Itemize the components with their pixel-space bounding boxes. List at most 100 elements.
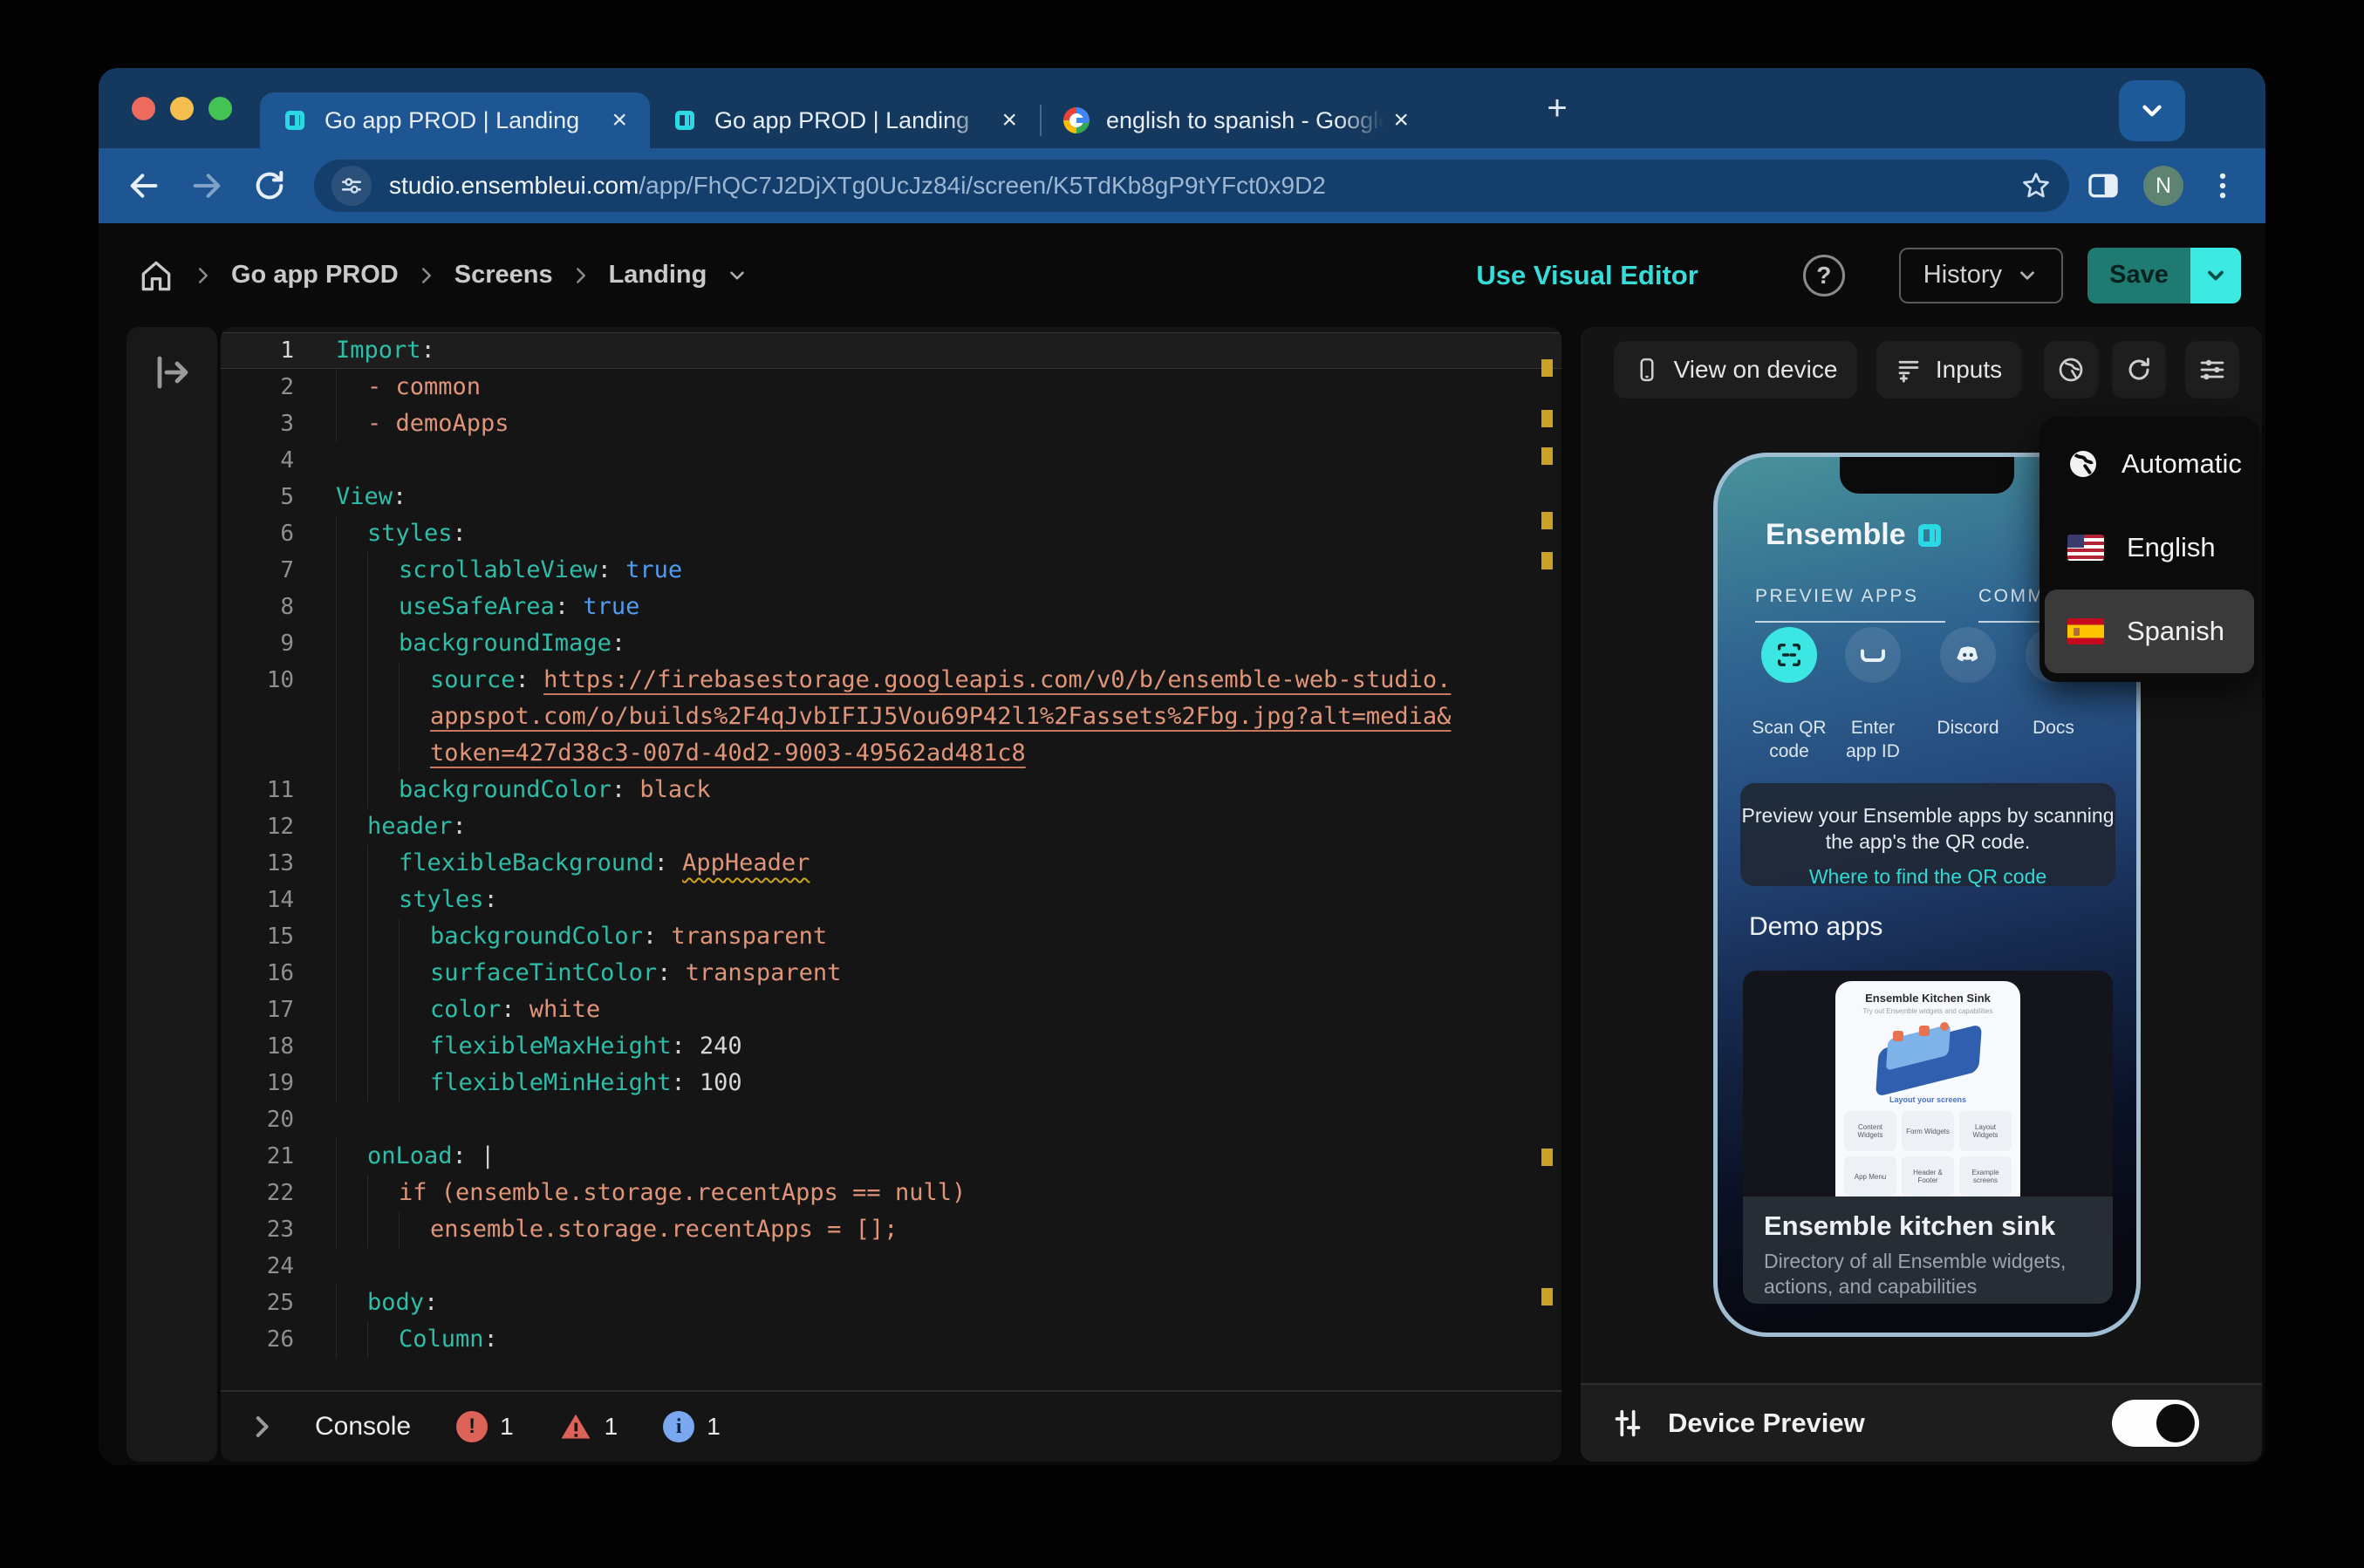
demo-app-card[interactable]: Ensemble Kitchen Sink Try out Ensemble w… [1743, 971, 2113, 1304]
code-editor[interactable]: 1 Import: 2 - common 3 - demoApps 4 5 View: 6 styl… [221, 327, 1561, 1390]
expand-panel-icon[interactable] [151, 351, 193, 393]
close-window-button[interactable] [132, 97, 155, 120]
code-line[interactable]: 24 [221, 1248, 1561, 1285]
qr-info-link[interactable]: Where to find the QR code [1740, 865, 2115, 889]
profile-avatar[interactable]: N [2143, 166, 2183, 206]
code-line[interactable]: 12 header: [221, 808, 1561, 845]
code-line[interactable]: 1 Import: [221, 332, 1561, 369]
line-content: flexibleMaxHeight: 240 [336, 1028, 1561, 1065]
indent-guide [367, 845, 399, 882]
language-option-spanish[interactable]: Spanish [2045, 590, 2254, 673]
breadcrumb-item[interactable]: Landing [609, 261, 707, 290]
refresh-preview-button[interactable] [2112, 341, 2166, 399]
browser-tab[interactable]: Go app PROD | Landing × [260, 92, 650, 148]
breadcrumb-item[interactable]: Screens [454, 261, 553, 290]
flag-us-icon [2067, 535, 2104, 561]
tab-close-icon[interactable]: × [1390, 107, 1412, 133]
help-button[interactable]: ? [1802, 254, 1845, 297]
indent-guide [399, 662, 430, 699]
action-label: Docs [2033, 718, 2074, 738]
indent-guide [367, 735, 399, 772]
code-token: : [483, 886, 498, 913]
reload-button[interactable] [245, 161, 294, 210]
code-line[interactable]: 10 source: https://firebasestorage.google… [221, 662, 1561, 699]
language-option-english[interactable]: English [2045, 506, 2254, 590]
inputs-button[interactable]: Inputs [1876, 341, 2021, 399]
new-tab-button[interactable]: + [1536, 87, 1578, 129]
save-options-button[interactable] [2190, 247, 2241, 303]
code-token: https://firebasestorage.googleapis.com/v… [543, 666, 1452, 693]
code-line[interactable]: 19 flexibleMinHeight: 100 [221, 1065, 1561, 1101]
chevron-right-icon[interactable] [247, 1412, 277, 1442]
code-line[interactable]: 9 backgroundImage: [221, 625, 1561, 662]
browser-tab[interactable]: english to spanish - Google S × [1042, 92, 1431, 148]
sliders-icon [2198, 356, 2226, 384]
code-line[interactable]: 14 styles: [221, 882, 1561, 918]
home-icon[interactable] [137, 256, 175, 295]
line-number: 22 [266, 1180, 294, 1206]
code-line[interactable]: 8 useSafeArea: true [221, 589, 1561, 625]
code-line[interactable]: 7 scrollableView: true [221, 552, 1561, 589]
device-preview-toggle[interactable] [2112, 1400, 2199, 1447]
tab-search-button[interactable] [2119, 80, 2185, 141]
breadcrumb-item[interactable]: Go app PROD [231, 261, 399, 290]
code-line[interactable]: 23 ensemble.storage.recentApps = []; [221, 1211, 1561, 1248]
chevron-down-icon[interactable] [726, 264, 748, 287]
code-token: : [597, 556, 626, 583]
tab-close-icon[interactable]: × [608, 107, 631, 133]
indent-guide [336, 369, 367, 406]
code-token: : | [452, 1142, 495, 1169]
history-label: History [1923, 261, 2002, 289]
line-content: flexibleBackground: AppHeader [336, 845, 1561, 882]
preview-settings-button[interactable] [2185, 341, 2239, 399]
view-on-device-button[interactable]: View on device [1614, 341, 1857, 399]
qr-info-text: Preview your Ensemble apps by scanning [1741, 804, 2115, 827]
history-button[interactable]: History [1898, 247, 2063, 303]
mock-tile: Content Widgets [1844, 1111, 1896, 1151]
back-button[interactable] [120, 161, 168, 210]
code-line[interactable]: 11 backgroundColor: black [221, 772, 1561, 808]
code-line[interactable]: 21 onLoad: | [221, 1138, 1561, 1175]
code-token: appspot.com/o/builds%2F4qJvbIFIJ5Vou69P4… [430, 703, 1452, 730]
forward-button[interactable] [182, 161, 231, 210]
demo-apps-heading: Demo apps [1749, 912, 1883, 941]
code-line[interactable]: token=427d38c3-007d-40d2-9003-49562ad481… [221, 735, 1561, 772]
mock-tile: App Menu [1844, 1156, 1896, 1196]
code-line[interactable]: 15 backgroundColor: transparent [221, 918, 1561, 955]
code-token: transparent [685, 959, 842, 986]
minimize-window-button[interactable] [170, 97, 194, 120]
code-line[interactable]: 3 - demoApps [221, 406, 1561, 442]
tab-close-icon[interactable]: × [998, 107, 1021, 133]
code-token: : [657, 959, 686, 986]
bookmark-star-icon[interactable] [2020, 170, 2052, 201]
language-button[interactable] [2044, 341, 2098, 399]
code-line[interactable]: 2 - common [221, 369, 1561, 406]
code-token: : [424, 1289, 439, 1316]
code-line[interactable]: 25 body: [221, 1285, 1561, 1321]
site-settings-icon[interactable] [331, 166, 372, 206]
address-bar[interactable]: studio.ensembleui.com/app/FhQC7J2DjXTg0U… [314, 160, 2069, 212]
console-bar[interactable]: Console ! 1 1 i 1 [221, 1390, 1561, 1462]
code-line[interactable]: 13 flexibleBackground: AppHeader [221, 845, 1561, 882]
console-infos: i 1 [663, 1411, 721, 1442]
code-line[interactable]: 20 [221, 1101, 1561, 1138]
code-line[interactable]: appspot.com/o/builds%2F4qJvbIFIJ5Vou69P4… [221, 699, 1561, 735]
code-line[interactable]: 6 styles: [221, 515, 1561, 552]
code-line[interactable]: 18 flexibleMaxHeight: 240 [221, 1028, 1561, 1065]
code-line[interactable]: 17 color: white [221, 992, 1561, 1028]
tab-preview-apps[interactable]: PREVIEW APPS [1755, 586, 1945, 623]
code-line[interactable]: 4 [221, 442, 1561, 479]
use-visual-editor-link[interactable]: Use Visual Editor [1476, 260, 1698, 291]
browser-tab[interactable]: Go app PROD | Landing × [650, 92, 1040, 148]
indent-guide [336, 918, 367, 955]
side-panel-button[interactable] [2086, 168, 2121, 203]
zoom-window-button[interactable] [208, 97, 232, 120]
save-button[interactable]: Save [2087, 247, 2190, 303]
code-line[interactable]: 5 View: [221, 479, 1561, 515]
language-option-automatic[interactable]: Automatic [2045, 422, 2254, 506]
code-line[interactable]: 22 if (ensemble.storage.recentApps == nul… [221, 1175, 1561, 1211]
code-line[interactable]: 26 Column: [221, 1321, 1561, 1358]
browser-menu-button[interactable] [2206, 169, 2239, 202]
code-line[interactable]: 16 surfaceTintColor: transparent [221, 955, 1561, 992]
code-token: - demoApps [367, 410, 509, 437]
